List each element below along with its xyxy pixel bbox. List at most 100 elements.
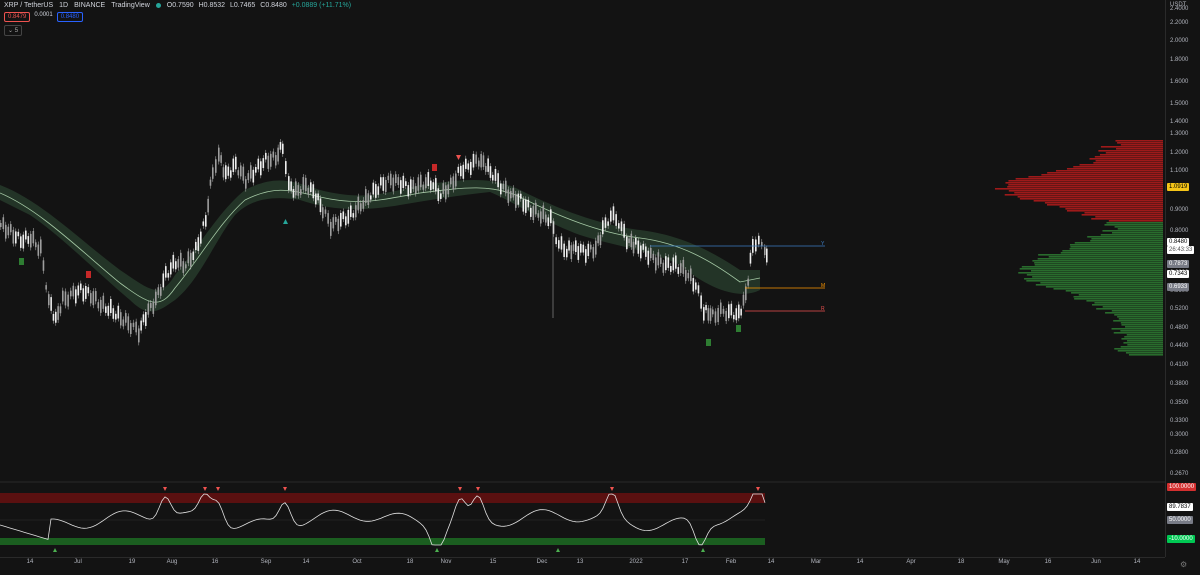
price-chart[interactable]: Y M R XRP / TetherUS 1D BINANCE TradingV… bbox=[0, 0, 1165, 570]
change-value: +0.0889 (+11.71%) bbox=[292, 2, 351, 9]
candle bbox=[175, 261, 177, 269]
candle bbox=[20, 236, 22, 248]
candle bbox=[295, 181, 297, 195]
candle bbox=[597, 235, 599, 243]
time-label: 15 bbox=[490, 559, 497, 565]
candle bbox=[715, 311, 717, 322]
candle bbox=[48, 294, 50, 305]
candle bbox=[593, 247, 595, 258]
candle bbox=[13, 230, 15, 244]
candle bbox=[743, 295, 745, 306]
volume-bar bbox=[1109, 220, 1163, 222]
candle bbox=[545, 215, 547, 223]
volume-bar bbox=[1005, 182, 1163, 184]
candle bbox=[766, 249, 768, 263]
volume-bar bbox=[1101, 146, 1163, 148]
candle bbox=[712, 309, 714, 314]
sell-button[interactable]: 0.8479 bbox=[4, 12, 30, 22]
candle bbox=[423, 185, 425, 190]
candle bbox=[458, 167, 460, 173]
candle bbox=[190, 253, 192, 267]
candle bbox=[403, 176, 405, 188]
up-arrow-icon bbox=[556, 548, 560, 552]
interval[interactable]: 1D bbox=[59, 2, 68, 9]
time-label: 17 bbox=[682, 559, 689, 565]
time-label: 18 bbox=[407, 559, 414, 565]
candle bbox=[653, 254, 655, 260]
candle bbox=[473, 154, 475, 168]
candle bbox=[723, 309, 725, 314]
time-label: May bbox=[998, 559, 1009, 565]
candle bbox=[675, 255, 677, 268]
time-label: Oct bbox=[352, 559, 361, 565]
candle bbox=[308, 188, 310, 195]
volume-bar bbox=[1100, 154, 1163, 156]
buy-button[interactable]: 0.8480 bbox=[57, 12, 83, 22]
candle bbox=[98, 302, 100, 308]
candle bbox=[492, 175, 494, 181]
candle bbox=[88, 287, 90, 293]
oscillator-tag: 50.0000 bbox=[1167, 516, 1193, 524]
gear-icon[interactable]: ⚙ bbox=[1180, 560, 1187, 569]
indicator-collapse-button[interactable]: ⌄ 5 bbox=[4, 25, 22, 36]
time-label: Aug bbox=[167, 559, 178, 565]
symbol-name[interactable]: XRP / TetherUS bbox=[4, 2, 53, 9]
candle bbox=[370, 195, 372, 199]
candle bbox=[240, 165, 242, 176]
candle bbox=[343, 211, 345, 219]
candle bbox=[475, 155, 477, 164]
candle bbox=[153, 302, 155, 314]
price-tick: 0.2800 bbox=[1170, 450, 1188, 456]
candle bbox=[108, 306, 110, 316]
candle bbox=[345, 216, 347, 225]
volume-bar bbox=[1041, 174, 1163, 176]
volume-bar bbox=[1020, 198, 1163, 200]
candle bbox=[135, 322, 137, 333]
price-tag: 0.7873 bbox=[1167, 260, 1189, 268]
volume-bar bbox=[1056, 170, 1163, 172]
candle bbox=[293, 189, 295, 198]
signal-marker bbox=[19, 258, 24, 265]
candle bbox=[220, 155, 222, 163]
time-label: Mar bbox=[811, 559, 821, 565]
candle bbox=[555, 237, 557, 244]
candle bbox=[218, 148, 220, 162]
candle bbox=[520, 194, 522, 199]
candle bbox=[395, 174, 397, 183]
candle bbox=[223, 167, 225, 177]
candle bbox=[505, 181, 507, 194]
candle bbox=[248, 173, 250, 180]
candle bbox=[535, 203, 537, 214]
candle bbox=[103, 296, 105, 309]
down-arrow-icon bbox=[283, 487, 287, 491]
time-label: Apr bbox=[906, 559, 915, 565]
volume-bar bbox=[1092, 304, 1163, 306]
volume-bar bbox=[1061, 252, 1163, 254]
chart-canvas[interactable]: Y M R bbox=[0, 0, 1165, 570]
time-label: 14 bbox=[768, 559, 775, 565]
candle bbox=[233, 159, 235, 172]
signal-marker bbox=[736, 325, 741, 332]
level-label-m: M bbox=[821, 283, 825, 289]
oscillator-scale[interactable]: 100.0000 89.7837 50.0000 -10.0000 bbox=[1165, 483, 1200, 557]
volume-bar bbox=[1035, 264, 1163, 266]
time-label: 18 bbox=[958, 559, 965, 565]
candle bbox=[528, 200, 530, 208]
candle bbox=[405, 181, 407, 186]
volume-bar bbox=[1095, 156, 1163, 158]
candle bbox=[618, 223, 620, 228]
candle bbox=[445, 185, 447, 199]
candle bbox=[648, 251, 650, 265]
candle bbox=[665, 256, 667, 270]
price-scale[interactable]: USDT 2.4000 2.2000 2.0000 1.8000 1.6000 1.500… bbox=[1165, 0, 1200, 483]
candle bbox=[578, 246, 580, 260]
price-tick: 1.4000 bbox=[1170, 119, 1188, 125]
volume-bar bbox=[1026, 280, 1163, 282]
time-axis[interactable]: 14 Jul 19 Aug 16 Sep 14 Oct 18 Nov 15 Dec 13 2022 17 Fe… bbox=[0, 557, 1165, 571]
candle bbox=[100, 300, 102, 313]
candle bbox=[478, 161, 480, 167]
candle bbox=[183, 261, 185, 273]
volume-bar bbox=[1075, 242, 1163, 244]
down-arrow-icon bbox=[476, 487, 480, 491]
volume-bar bbox=[1113, 320, 1163, 322]
